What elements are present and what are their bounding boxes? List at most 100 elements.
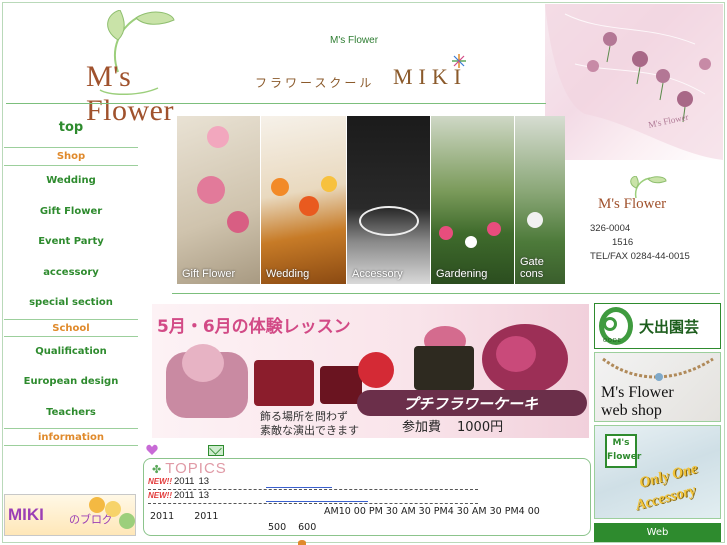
tile-label: Accessory [352, 268, 403, 280]
nav-special-section[interactable]: special section [4, 288, 138, 319]
contact-logo-text: M's Flower [598, 196, 667, 212]
flower-shape [207, 126, 229, 148]
lesson-banner[interactable]: 5月・6月の体験レッスン プチフラワーケーキ 飾る場所を問わず 素敵な演出できま… [152, 304, 589, 438]
topic-link[interactable] [266, 501, 368, 502]
banner-note-line: 素敵な演出できます [260, 424, 359, 437]
oode-banner[interactable]: 大出園芸 OODE [594, 303, 721, 349]
banner-note: 飾る場所を問わず 素敵な演出できます [260, 410, 359, 438]
flower-shape [527, 212, 543, 228]
tile-label: Gardening [436, 268, 488, 280]
webshop-line1: M's Flower [601, 384, 674, 401]
banner-title: 5月・6月の体験レッスン [157, 317, 351, 337]
topics-panel: ✤ TOPICS NEW!! 2011 13 NEW!! 2011 13 2011 2011… [143, 458, 591, 536]
tile-gift-flower[interactable]: Gift Flower [177, 116, 260, 284]
topic-month: 13 [198, 476, 210, 487]
strawberry-image [358, 352, 394, 388]
flower-icon [89, 497, 105, 513]
topic-row[interactable]: NEW!! 2011 13 [148, 476, 209, 487]
fee-label: 参加費 [402, 420, 442, 435]
rose-image [496, 336, 536, 372]
banner-note-line: 飾る場所を問わず [260, 410, 348, 423]
tile-accessory[interactable]: Accessory [347, 116, 430, 284]
necklace-image [602, 357, 714, 381]
cake-image [254, 360, 314, 406]
new-badge: NEW!! [148, 491, 172, 500]
nav-gift-flower[interactable]: Gift Flower [4, 197, 138, 228]
oode-sub: OODE [603, 338, 622, 344]
tile-wedding[interactable]: Wedding [261, 116, 346, 284]
flower-icon [119, 513, 135, 529]
nav-qualification[interactable]: Qualification [4, 337, 138, 368]
msflower-stamp: M's Flower [605, 434, 641, 468]
tel-fax: TEL/FAX 0284-44-0015 [590, 251, 690, 262]
topic-price: 600 [298, 522, 317, 533]
sparkle-icon [452, 54, 466, 68]
cake-image [320, 366, 362, 404]
clover-icon: ✤ [152, 464, 163, 476]
topic-month: 13 [198, 490, 210, 501]
jewel-shape [359, 206, 419, 236]
banner-ribbon: プチフラワーケーキ [357, 390, 587, 416]
blog-banner[interactable]: MIKI のブログ [4, 494, 136, 536]
contact-info: 326-0004 1516 TEL/FAX 0284-44-0015 [590, 222, 690, 264]
site-logo[interactable]: M's Flower [40, 10, 220, 127]
webshop-banner[interactable]: M's Flower web shop [594, 352, 721, 422]
tile-gardening[interactable]: Gardening [431, 116, 514, 284]
nav-accessory[interactable]: accessory [4, 258, 138, 289]
row-divider [148, 503, 478, 504]
tile-label: Gift Flower [182, 268, 236, 280]
topic-link[interactable] [266, 487, 332, 488]
flower-shape [465, 236, 477, 248]
topic-row: 2011 2011 AM10 00 PM 30 AM 30 PM4 30 AM 3… [150, 506, 540, 522]
topic-date: 2011 [150, 511, 175, 522]
fee-value: 1000円 [457, 420, 504, 435]
nav-wedding[interactable]: Wedding [4, 166, 138, 197]
topic-row[interactable]: NEW!! 2011 13 [148, 490, 209, 501]
mail-icon[interactable] [208, 445, 224, 456]
category-information[interactable]: information [4, 428, 138, 446]
flower-icon [298, 540, 306, 545]
accessory-banner[interactable]: M's Flower Only One Accessory [594, 425, 721, 519]
new-badge: NEW!! [148, 477, 172, 486]
heart-icon[interactable] [146, 444, 158, 456]
nav-event-party[interactable]: Event Party [4, 227, 138, 258]
cake-image [414, 346, 474, 390]
flower-cloth-image: M's Flower [545, 4, 723, 160]
topic-price: 500 [268, 522, 287, 533]
stamp-line: M's [612, 438, 630, 448]
flower-shape [227, 211, 249, 233]
content-divider [172, 293, 720, 294]
flower-shape [271, 178, 289, 196]
blog-title: MIKI [8, 505, 44, 524]
ribbon-text: プチフラワーケーキ [403, 395, 539, 413]
tile-gate[interactable]: Gate cons [515, 116, 565, 284]
oode-logo-icon [603, 317, 617, 331]
contact-logo: M's Flower [598, 176, 698, 220]
tile-label: Gate cons [520, 256, 544, 280]
oode-name: 大出園芸 [639, 318, 700, 336]
category-photo-strip: Gift Flower Wedding Accessory Gardening … [177, 116, 565, 284]
nav-teachers[interactable]: Teachers [4, 398, 138, 429]
web-button[interactable]: Web [594, 523, 721, 542]
topic-year: 2011 [174, 476, 195, 487]
flower-shape [321, 176, 337, 192]
category-school: School [4, 318, 138, 337]
flower-shape [197, 176, 225, 204]
nav-european-design[interactable]: European design [4, 367, 138, 398]
header-photo: M's Flower [545, 4, 723, 160]
school-name-jp: フラワースクール [255, 76, 375, 90]
webshop-line2: web shop [601, 402, 662, 419]
category-shop: Shop [4, 148, 138, 166]
header-divider [6, 103, 546, 104]
address: 1516 [612, 237, 634, 248]
banner-fee: 参加費 1000円 [402, 416, 503, 435]
nav-top-link[interactable]: top [4, 110, 138, 148]
flower-shape [487, 222, 501, 236]
sidebar-nav: top Shop Wedding Gift Flower Event Party… [4, 110, 138, 446]
flower-shape [439, 226, 453, 240]
topics-heading: ✤ TOPICS [152, 460, 227, 477]
cake-image [182, 344, 224, 382]
topics-title: TOPICS [165, 460, 227, 477]
topic-date: 2011 [194, 511, 219, 522]
postal-code: 326-0004 [590, 223, 631, 234]
